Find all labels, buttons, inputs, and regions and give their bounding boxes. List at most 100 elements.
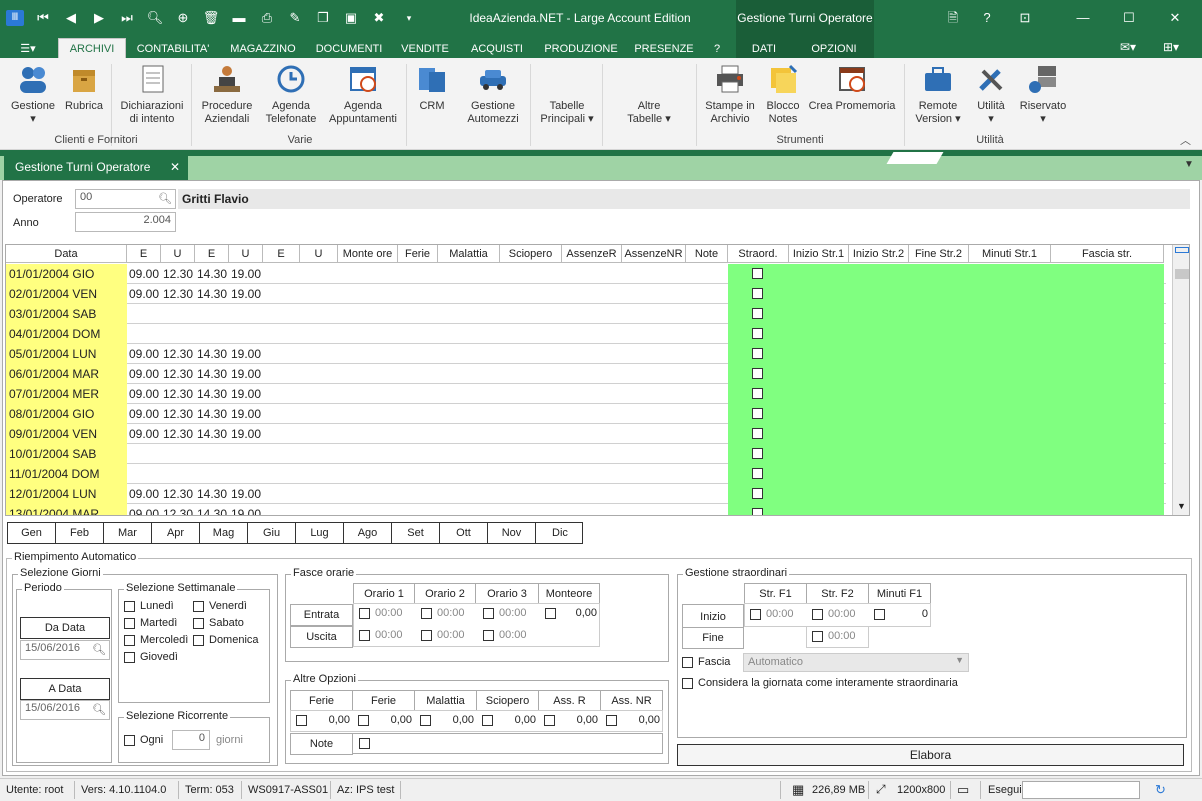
col-header[interactable]: U: [161, 245, 195, 263]
month-button-ago[interactable]: Ago: [344, 523, 392, 543]
col-header[interactable]: Fascia str.: [1051, 245, 1164, 263]
col-header[interactable]: AssenzeNR: [622, 245, 686, 263]
cell-u2[interactable]: 19.00: [231, 344, 261, 364]
malattia-field[interactable]: 0,00: [420, 714, 476, 726]
cell-e1[interactable]: 09.00: [129, 504, 159, 515]
cell-u1[interactable]: 12.30: [163, 484, 193, 504]
a-data-button[interactable]: A Data: [20, 678, 110, 700]
operatore-code-input[interactable]: 00 🔍︎: [75, 189, 176, 209]
table-row[interactable]: 07/01/2004 MER 09.00 12.30 14.30 19.00: [6, 384, 1166, 404]
cell-e1[interactable]: 09.00: [129, 284, 159, 304]
windows-icon[interactable]: ⊞▾: [1158, 40, 1184, 56]
month-button-feb[interactable]: Feb: [56, 523, 104, 543]
cell-e1[interactable]: 09.00: [129, 384, 159, 404]
cell-data[interactable]: 02/01/2004 VEN: [9, 284, 97, 304]
cell-u1[interactable]: 12.30: [163, 424, 193, 444]
last-record-icon[interactable]: ⏭: [118, 10, 136, 26]
cell-u1[interactable]: 12.30: [163, 364, 193, 384]
col-header[interactable]: E: [195, 245, 229, 263]
tab-magazzino[interactable]: MAGAZZINO: [224, 41, 302, 58]
blocco-notes-button[interactable]: Blocco Notes: [762, 62, 804, 126]
tab-acquisti[interactable]: ACQUISTI: [462, 41, 532, 58]
ferie-field[interactable]: 0,00: [296, 714, 352, 726]
uscita-orario1[interactable]: 00:00: [359, 629, 403, 641]
straord-checkbox[interactable]: [752, 488, 763, 499]
table-row[interactable]: 01/01/2004 GIO 09.00 12.30 14.30 19.00: [6, 264, 1166, 284]
grid-scrollbar[interactable]: ▼: [1172, 245, 1189, 515]
open-folder-icon[interactable]: ▬: [230, 10, 248, 26]
crea-promemoria-button[interactable]: Crea Promemoria: [808, 62, 896, 113]
col-header[interactable]: Straord.: [728, 245, 789, 263]
tab-presenze[interactable]: PRESENZE: [630, 41, 698, 58]
cell-u1[interactable]: 12.30: [163, 284, 193, 304]
altre-tabelle-button[interactable]: Altre Tabelle ▾: [614, 100, 684, 126]
venerdi-checkbox[interactable]: Venerdì: [193, 600, 247, 612]
table-row[interactable]: 11/01/2004 DOM: [6, 464, 1166, 484]
rubrica-button[interactable]: Rubrica: [62, 62, 106, 113]
col-header[interactable]: Monte ore: [338, 245, 398, 263]
close-tab-icon[interactable]: ✕: [170, 155, 180, 180]
giovedi-checkbox[interactable]: Giovedì: [124, 651, 178, 663]
cell-u1[interactable]: 12.30: [163, 344, 193, 364]
inizio-strf2[interactable]: 00:00: [812, 608, 856, 620]
document-icon[interactable]: 🗎: [938, 8, 968, 28]
col-header[interactable]: Fine Str.2: [909, 245, 969, 263]
cell-data[interactable]: 12/01/2004 LUN: [9, 484, 96, 504]
considera-checkbox[interactable]: Considera la giornata come interamente s…: [682, 677, 958, 689]
domenica-checkbox[interactable]: Domenica: [193, 634, 259, 646]
cell-u1[interactable]: 12.30: [163, 384, 193, 404]
cell-e2[interactable]: 14.30: [197, 484, 227, 504]
table-row[interactable]: 06/01/2004 MAR 09.00 12.30 14.30 19.00: [6, 364, 1166, 384]
cell-u1[interactable]: 12.30: [163, 404, 193, 424]
cell-u1[interactable]: 12.30: [163, 264, 193, 284]
mail-icon[interactable]: ✉▾: [1116, 40, 1140, 56]
cell-data[interactable]: 10/01/2004 SAB: [9, 444, 96, 464]
col-header[interactable]: Inizio Str.2: [849, 245, 909, 263]
straord-checkbox[interactable]: [752, 448, 763, 459]
straord-checkbox[interactable]: [752, 508, 763, 515]
table-row[interactable]: 03/01/2004 SAB: [6, 304, 1166, 324]
cell-e2[interactable]: 14.30: [197, 504, 227, 515]
stampe-archivio-button[interactable]: Stampe in Archivio: [702, 62, 758, 126]
cell-e1[interactable]: 09.00: [129, 364, 159, 384]
month-button-apr[interactable]: Apr: [152, 523, 200, 543]
dichiarazioni-button[interactable]: Dichiarazioni di intento: [118, 62, 186, 126]
cell-data[interactable]: 13/01/2004 MAR: [9, 504, 99, 515]
tab-produzione[interactable]: PRODUZIONE: [540, 41, 622, 58]
fascia-checkbox[interactable]: Fascia: [682, 656, 730, 668]
procedure-aziendali-button[interactable]: Procedure Aziendali: [198, 62, 256, 126]
close-button[interactable]: ✕: [1160, 8, 1190, 28]
table-row[interactable]: 04/01/2004 DOM: [6, 324, 1166, 344]
edit-icon[interactable]: ✎: [286, 10, 304, 26]
excel-icon[interactable]: ✖: [370, 10, 388, 26]
cell-e2[interactable]: 14.30: [197, 344, 227, 364]
col-header[interactable]: Note: [686, 245, 728, 263]
month-button-set[interactable]: Set: [392, 523, 440, 543]
utilita-button[interactable]: Utilità ▾: [968, 62, 1014, 126]
new-record-icon[interactable]: ⊕: [174, 10, 192, 26]
straord-checkbox[interactable]: [752, 328, 763, 339]
straord-checkbox[interactable]: [752, 468, 763, 479]
table-row[interactable]: 12/01/2004 LUN 09.00 12.30 14.30 19.00: [6, 484, 1166, 504]
straord-checkbox[interactable]: [752, 428, 763, 439]
a-data-input[interactable]: 15/06/2016 🔍︎: [20, 700, 110, 720]
cell-e2[interactable]: 14.30: [197, 364, 227, 384]
straord-checkbox[interactable]: [752, 308, 763, 319]
agenda-appuntamenti-button[interactable]: Agenda Appuntamenti: [326, 62, 400, 126]
search-icon[interactable]: 🔍︎: [92, 643, 106, 656]
uscita-orario3[interactable]: 00:00: [483, 629, 527, 641]
cell-u2[interactable]: 19.00: [231, 264, 261, 284]
col-header[interactable]: Inizio Str.1: [789, 245, 849, 263]
window-icon[interactable]: ▭: [957, 782, 969, 798]
prev-record-icon[interactable]: ◀: [62, 10, 80, 26]
cell-e2[interactable]: 14.30: [197, 404, 227, 424]
sciopero-field[interactable]: 0,00: [482, 714, 538, 726]
table-row[interactable]: 10/01/2004 SAB: [6, 444, 1166, 464]
table-row[interactable]: 02/01/2004 VEN 09.00 12.30 14.30 19.00: [6, 284, 1166, 304]
cell-e2[interactable]: 14.30: [197, 284, 227, 304]
tab-contabilita[interactable]: CONTABILITA': [130, 41, 216, 58]
restore-ribbon-icon[interactable]: ⊡: [1010, 8, 1040, 28]
remote-version-button[interactable]: Remote Version ▾: [910, 62, 966, 126]
cell-e1[interactable]: 09.00: [129, 484, 159, 504]
table-row[interactable]: 05/01/2004 LUN 09.00 12.30 14.30 19.00: [6, 344, 1166, 364]
